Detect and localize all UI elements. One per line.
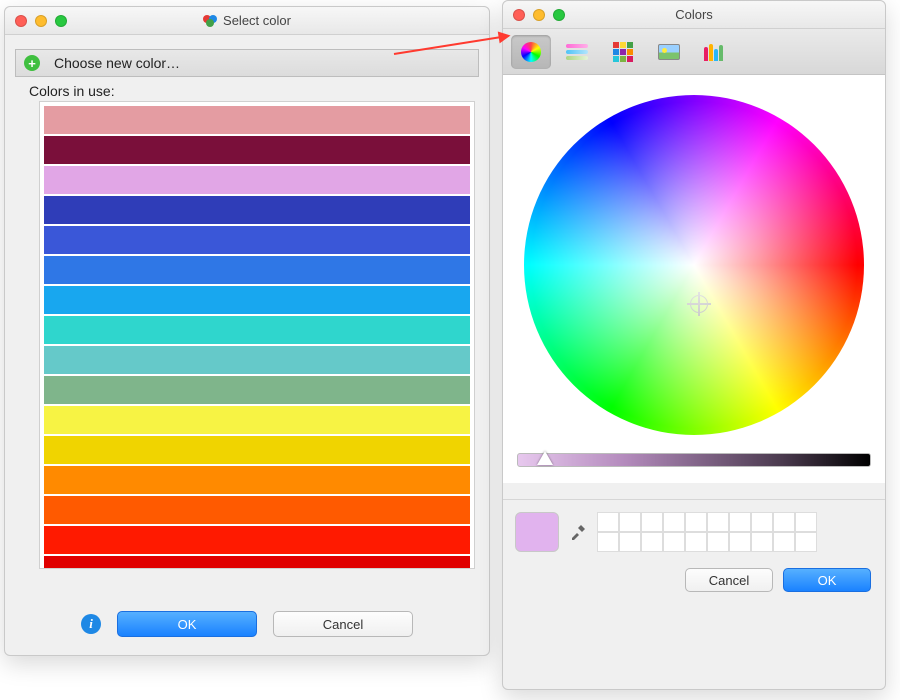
swatch-cell[interactable]	[751, 532, 773, 552]
current-color-swatch[interactable]	[515, 512, 559, 552]
color-swatch[interactable]	[44, 376, 470, 404]
tab-image-palettes[interactable]	[649, 35, 689, 69]
swatch-cell[interactable]	[619, 512, 641, 532]
color-wheel[interactable]	[524, 95, 864, 435]
ok-button[interactable]: OK	[783, 568, 871, 592]
brightness-track	[517, 453, 871, 467]
swatch-cell[interactable]	[707, 512, 729, 532]
brightness-thumb[interactable]	[537, 451, 553, 465]
cancel-button[interactable]: Cancel	[273, 611, 413, 637]
color-swatch[interactable]	[44, 316, 470, 344]
eyedropper-icon[interactable]	[569, 523, 587, 541]
swatch-cell[interactable]	[641, 512, 663, 532]
swatch-cell[interactable]	[597, 532, 619, 552]
dialog-buttons: Cancel OK	[503, 556, 885, 606]
close-icon[interactable]	[15, 15, 27, 27]
swatch-cell[interactable]	[663, 512, 685, 532]
palette-icon	[613, 42, 633, 62]
color-wheel-area	[503, 75, 885, 483]
select-color-window: Select color + Choose new color… Colors …	[4, 6, 490, 656]
swatch-cell[interactable]	[707, 532, 729, 552]
close-icon[interactable]	[513, 9, 525, 21]
crosshair-icon	[690, 295, 708, 313]
swatch-cell[interactable]	[751, 512, 773, 532]
picker-mode-toolbar	[503, 29, 885, 75]
ok-button[interactable]: OK	[117, 611, 257, 637]
color-swatch[interactable]	[44, 256, 470, 284]
colors-in-use-label: Colors in use:	[29, 83, 489, 99]
titlebar[interactable]: Colors	[503, 1, 885, 29]
swatch-cell[interactable]	[773, 532, 795, 552]
image-icon	[658, 44, 680, 60]
swatch-cell[interactable]	[597, 512, 619, 532]
titlebar[interactable]: Select color	[5, 7, 489, 35]
minimize-icon[interactable]	[35, 15, 47, 27]
plus-icon: +	[24, 55, 40, 71]
color-swatch[interactable]	[44, 286, 470, 314]
color-swatch[interactable]	[44, 556, 470, 569]
tab-crayons[interactable]	[695, 35, 735, 69]
color-swatch[interactable]	[44, 526, 470, 554]
color-swatch[interactable]	[44, 136, 470, 164]
app-icon	[203, 13, 217, 27]
color-swatch[interactable]	[44, 346, 470, 374]
swatch-cell[interactable]	[619, 532, 641, 552]
brightness-slider[interactable]	[517, 453, 871, 471]
color-swatch[interactable]	[44, 496, 470, 524]
choose-new-color-label: Choose new color…	[54, 55, 180, 71]
color-swatch[interactable]	[44, 106, 470, 134]
color-swatch[interactable]	[44, 466, 470, 494]
swatch-cell[interactable]	[663, 532, 685, 552]
minimize-icon[interactable]	[533, 9, 545, 21]
tab-color-palettes[interactable]	[603, 35, 643, 69]
colors-in-use-list	[39, 101, 475, 569]
zoom-icon[interactable]	[553, 9, 565, 21]
choose-new-color-row[interactable]: + Choose new color…	[15, 49, 479, 77]
swatch-cell[interactable]	[641, 532, 663, 552]
color-swatch[interactable]	[44, 166, 470, 194]
swatch-cell[interactable]	[795, 512, 817, 532]
saved-swatches-grid[interactable]	[597, 512, 817, 552]
tab-color-sliders[interactable]	[557, 35, 597, 69]
swatch-cell[interactable]	[685, 532, 707, 552]
window-title: Select color	[5, 13, 489, 28]
info-icon[interactable]: i	[81, 614, 101, 634]
color-swatch[interactable]	[44, 196, 470, 224]
color-wheel-icon	[521, 42, 541, 62]
swatch-cell[interactable]	[685, 512, 707, 532]
swatch-cell[interactable]	[729, 512, 751, 532]
color-swatch[interactable]	[44, 226, 470, 254]
crayons-icon	[704, 43, 726, 61]
colors-window: Colors Cancel OK	[502, 0, 886, 690]
swatch-cell[interactable]	[729, 532, 751, 552]
cancel-button[interactable]: Cancel	[685, 568, 773, 592]
color-swatch[interactable]	[44, 406, 470, 434]
zoom-icon[interactable]	[55, 15, 67, 27]
tab-color-wheel[interactable]	[511, 35, 551, 69]
color-swatch[interactable]	[44, 436, 470, 464]
swatch-row	[503, 500, 885, 556]
dialog-buttons: i OK Cancel	[5, 597, 489, 651]
swatch-cell[interactable]	[795, 532, 817, 552]
sliders-icon	[566, 44, 588, 60]
swatch-cell[interactable]	[773, 512, 795, 532]
